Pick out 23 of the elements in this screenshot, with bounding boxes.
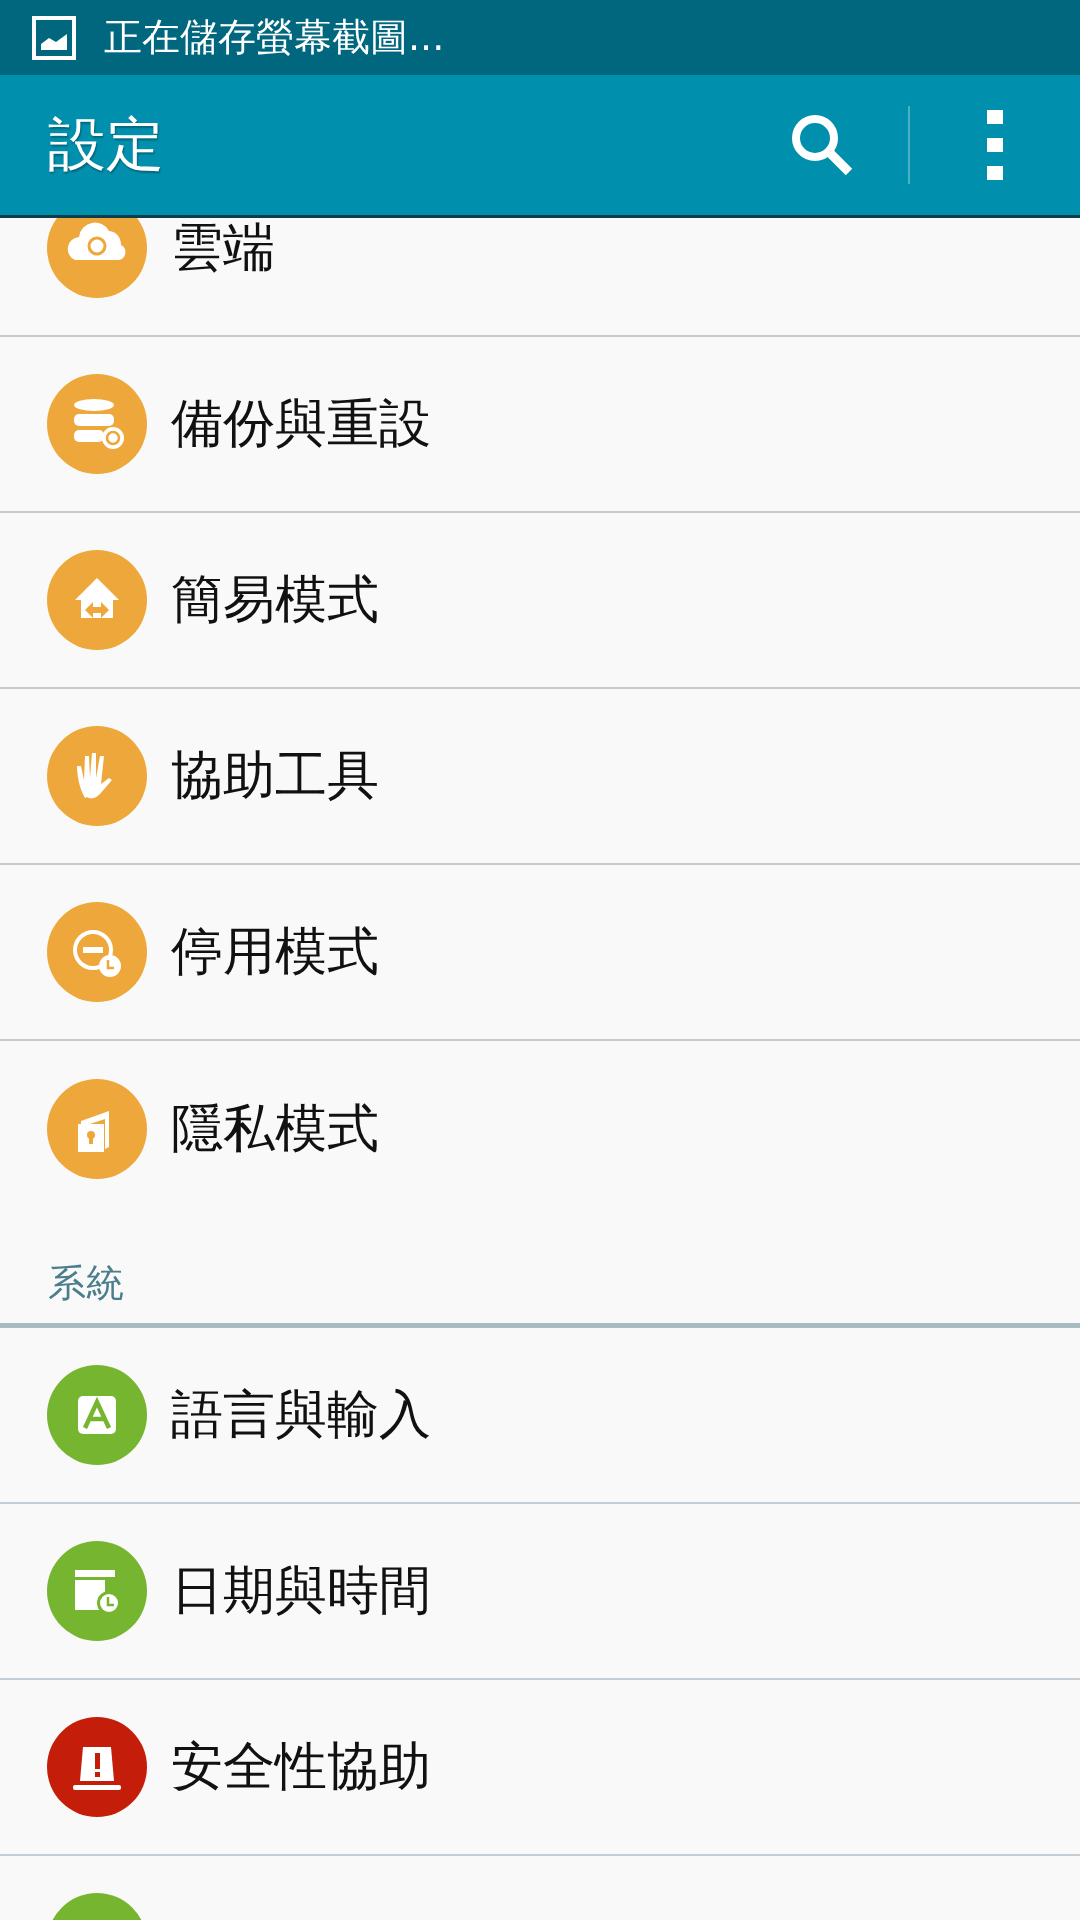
- settings-item[interactable]: 雲端: [0, 218, 1080, 337]
- item-label: 隱私模式: [171, 1097, 379, 1160]
- section-header: 系統: [48, 1260, 124, 1307]
- settings-item[interactable]: 日期與時間: [0, 1504, 1080, 1680]
- item-label: 簡易模式: [171, 568, 379, 631]
- settings-item[interactable]: 停用模式: [0, 865, 1080, 1041]
- item-label: 雲端: [171, 218, 275, 279]
- item-label: 語言與輸入: [171, 1383, 431, 1446]
- item-label: 備份與重設: [171, 392, 431, 455]
- notification-text: 正在儲存螢幕截圖...: [104, 14, 445, 61]
- settings-item[interactable]: 安全性協助: [0, 1680, 1080, 1856]
- item-label: 停用模式: [171, 920, 379, 983]
- settings-item[interactable]: 協助工具: [0, 689, 1080, 865]
- item-label: 安全性協助: [171, 1735, 431, 1798]
- item-label: 協助工具: [171, 744, 379, 807]
- item-label: 日期與時間: [171, 1559, 431, 1622]
- more-vertical-icon: [987, 110, 1003, 180]
- settings-item[interactable]: 隱私模式: [0, 1041, 1080, 1217]
- settings-item[interactable]: 簡易模式: [0, 513, 1080, 689]
- settings-item[interactable]: 語言與輸入: [0, 1328, 1080, 1504]
- app-title: 設定: [48, 109, 165, 180]
- settings-item[interactable]: 備份與重設: [0, 337, 1080, 513]
- image-icon: [32, 15, 76, 60]
